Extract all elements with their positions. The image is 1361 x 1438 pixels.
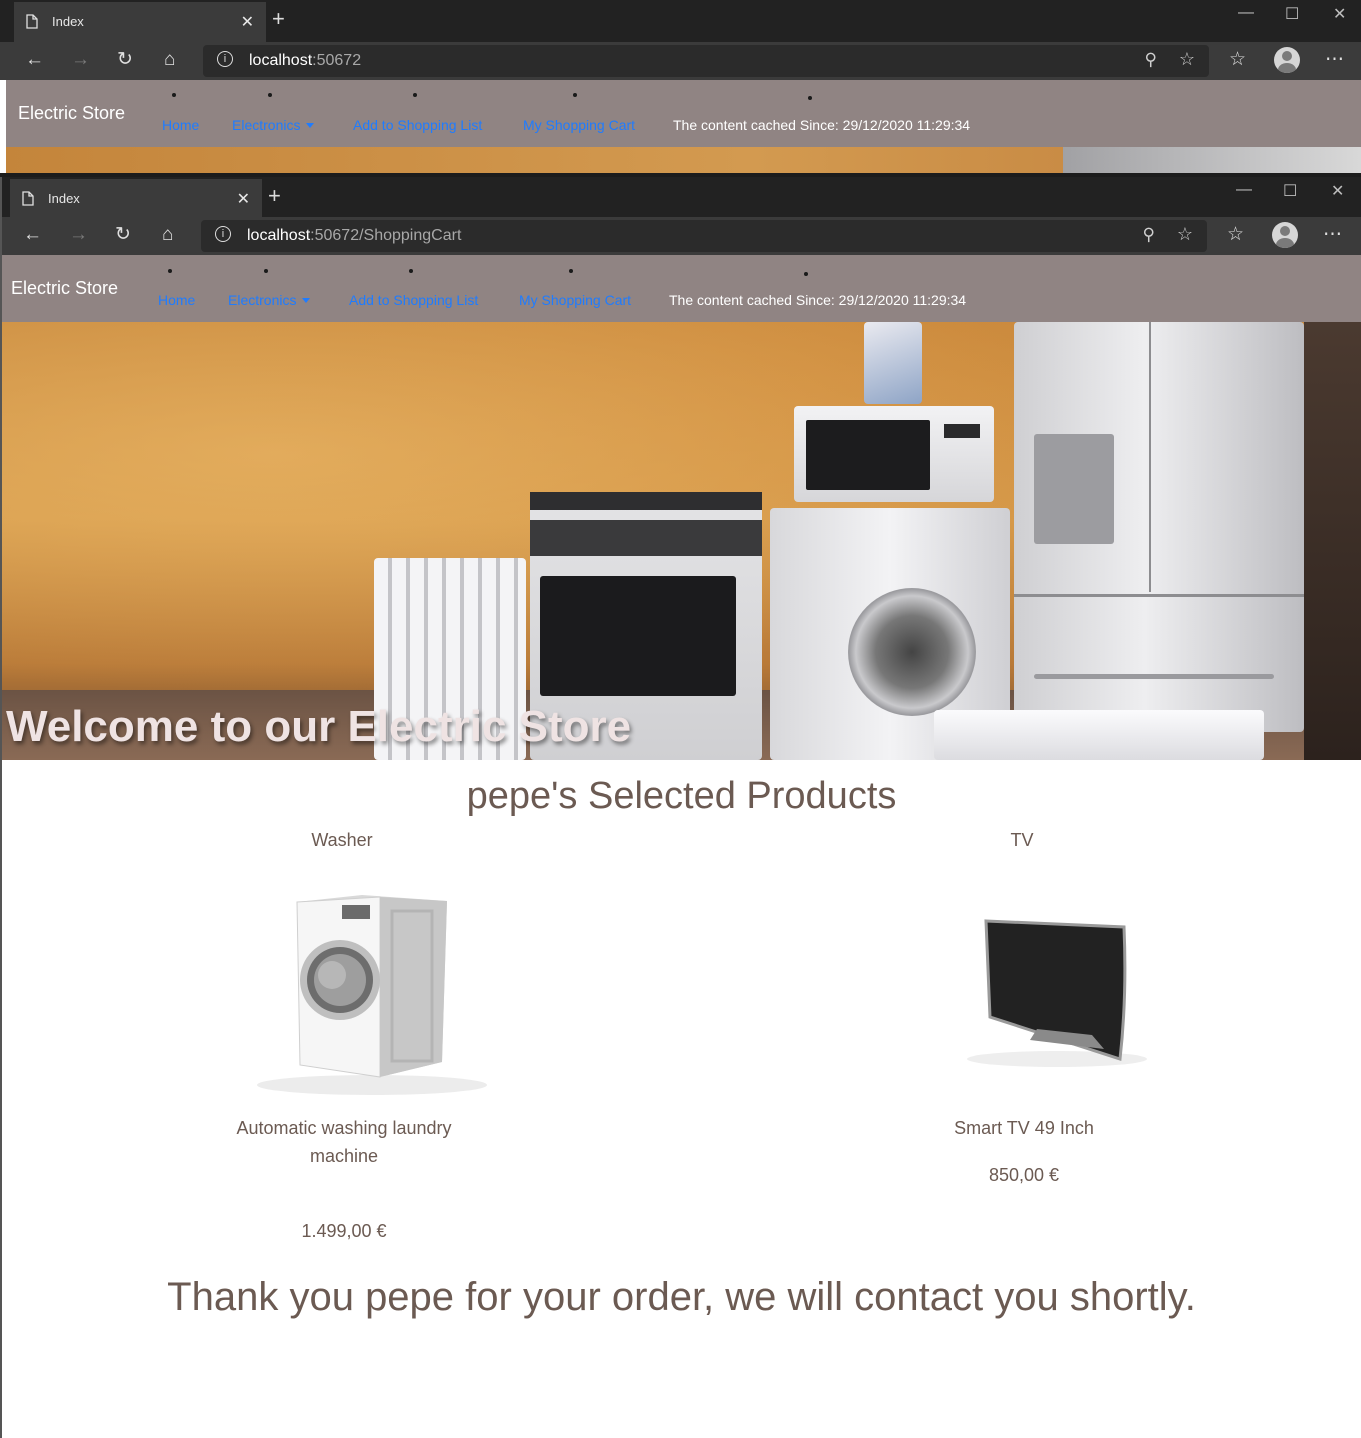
tab-strip: Index ✕ + — ☐ ✕ [2, 177, 1361, 217]
address-bar[interactable]: i localhost:50672/ShoppingCart ⚲ ☆ [201, 220, 1207, 252]
product-name-washer: Washer [311, 830, 373, 850]
forward-arrow-icon[interactable]: → [71, 49, 90, 71]
back-arrow-icon[interactable]: ← [25, 49, 44, 71]
fridge-illustration [1014, 322, 1304, 732]
close-window-icon[interactable]: ✕ [1333, 4, 1346, 24]
cache-status-text: The content cached Since: 29/12/2020 11:… [673, 117, 971, 133]
nav-electronics-dropdown[interactable]: Electronics [228, 292, 311, 308]
nav-bullet [808, 96, 812, 100]
nav-home-link[interactable]: Home [162, 117, 199, 133]
nav-bullet [569, 269, 573, 273]
info-icon[interactable]: i [215, 226, 231, 242]
curved-tv-image [942, 907, 1162, 1087]
home-icon[interactable]: ⌂ [164, 49, 175, 71]
favorites-list-icon[interactable]: ☆ [1227, 224, 1244, 246]
hero-title: Welcome to our Electric Store [6, 702, 632, 751]
hero-banner: Welcome to our Electric Store [2, 322, 1361, 760]
info-icon[interactable]: i [217, 51, 233, 67]
browser-window-back: Index ✕ + — ☐ ✕ ← → ↻ ⌂ i localhost:5067… [0, 0, 1361, 173]
hero-shadow [1304, 322, 1361, 760]
browser-window-front: Index ✕ + — ☐ ✕ ← → ↻ ⌂ i localhost:5067… [0, 177, 1361, 1438]
tab-strip: Index ✕ + — ☐ ✕ [0, 0, 1361, 42]
profile-avatar-icon[interactable] [1274, 47, 1300, 73]
nav-bullet [573, 93, 577, 97]
product-description-tv: Smart TV 49 Inch [954, 1118, 1094, 1138]
document-icon [26, 14, 38, 32]
nav-bullet [804, 272, 808, 276]
caret-down-icon [302, 298, 311, 303]
new-tab-button[interactable]: + [272, 8, 285, 30]
home-icon[interactable]: ⌂ [162, 224, 173, 246]
refresh-icon[interactable]: ↻ [115, 224, 131, 246]
minimize-icon[interactable]: — [1236, 181, 1252, 199]
zoom-out-icon[interactable]: ⚲ [1143, 225, 1155, 245]
tab-title: Index [48, 191, 80, 206]
nav-bullet [264, 269, 268, 273]
tab-title: Index [52, 14, 84, 29]
nav-electronics-dropdown[interactable]: Electronics [232, 117, 315, 133]
nav-add-to-shopping-list-link[interactable]: Add to Shopping List [349, 292, 478, 308]
address-bar[interactable]: i localhost:50672 ⚲ ☆ [203, 45, 1209, 77]
brand-link[interactable]: Electric Store [11, 278, 118, 299]
favorites-list-icon[interactable]: ☆ [1229, 49, 1246, 71]
product-price-tv: 850,00 € [988, 1165, 1060, 1185]
back-arrow-icon[interactable]: ← [23, 224, 42, 246]
nav-bullet [172, 93, 176, 97]
nav-bullet [268, 93, 272, 97]
nav-bullet [413, 93, 417, 97]
cache-status-text: The content cached Since: 29/12/2020 11:… [669, 292, 967, 308]
nav-bullet [168, 269, 172, 273]
site-navbar: Electric Store Home Electronics Add to S… [6, 80, 1361, 147]
url-text: localhost:50672 [249, 52, 362, 69]
document-icon [22, 191, 34, 209]
caret-down-icon [306, 123, 315, 128]
thank-you-message: Thank you pepe for your order, we will c… [167, 1275, 1196, 1319]
iron-illustration [864, 322, 922, 404]
browser-tab[interactable]: Index ✕ [10, 179, 262, 217]
more-icon[interactable]: ⋯ [1325, 49, 1344, 71]
minimize-icon[interactable]: — [1238, 4, 1254, 22]
browser-toolbar: ← → ↻ ⌂ i localhost:50672/ShoppingCart ⚲… [2, 217, 1361, 255]
url-text: localhost:50672/ShoppingCart [247, 227, 462, 244]
hero-image-partial [6, 147, 1361, 173]
nav-add-to-shopping-list-link[interactable]: Add to Shopping List [353, 117, 482, 133]
close-window-icon[interactable]: ✕ [1331, 181, 1344, 201]
maximize-icon[interactable]: ☐ [1285, 4, 1299, 24]
star-icon[interactable]: ☆ [1177, 224, 1193, 245]
star-icon[interactable]: ☆ [1179, 49, 1195, 70]
nav-home-link[interactable]: Home [158, 292, 195, 308]
brand-link[interactable]: Electric Store [18, 103, 125, 124]
nav-my-shopping-cart-link[interactable]: My Shopping Cart [523, 117, 635, 133]
forward-arrow-icon[interactable]: → [69, 224, 88, 246]
product-price-washer: 1.499,00 € [301, 1221, 387, 1241]
product-description-washer: Automatic washing laundry machine [236, 1118, 452, 1166]
close-tab-icon[interactable]: ✕ [237, 189, 250, 209]
site-navbar: Electric Store Home Electronics Add to S… [2, 255, 1361, 322]
selected-products-heading: pepe's Selected Products [466, 775, 897, 817]
browser-toolbar: ← → ↻ ⌂ i localhost:50672 ⚲ ☆ ☆ ⋯ [0, 42, 1361, 80]
more-icon[interactable]: ⋯ [1323, 224, 1342, 246]
ac-unit-illustration [934, 710, 1264, 760]
product-name-tv: TV [1010, 830, 1034, 850]
zoom-out-icon[interactable]: ⚲ [1145, 50, 1157, 70]
new-tab-button[interactable]: + [268, 185, 281, 207]
washing-machine-image [252, 887, 492, 1097]
nav-bullet [409, 269, 413, 273]
nav-my-shopping-cart-link[interactable]: My Shopping Cart [519, 292, 631, 308]
maximize-icon[interactable]: ☐ [1283, 181, 1297, 201]
browser-tab[interactable]: Index ✕ [14, 2, 266, 42]
profile-avatar-icon[interactable] [1272, 222, 1298, 248]
refresh-icon[interactable]: ↻ [117, 49, 133, 71]
close-tab-icon[interactable]: ✕ [241, 12, 254, 32]
microwave-illustration [794, 406, 994, 502]
